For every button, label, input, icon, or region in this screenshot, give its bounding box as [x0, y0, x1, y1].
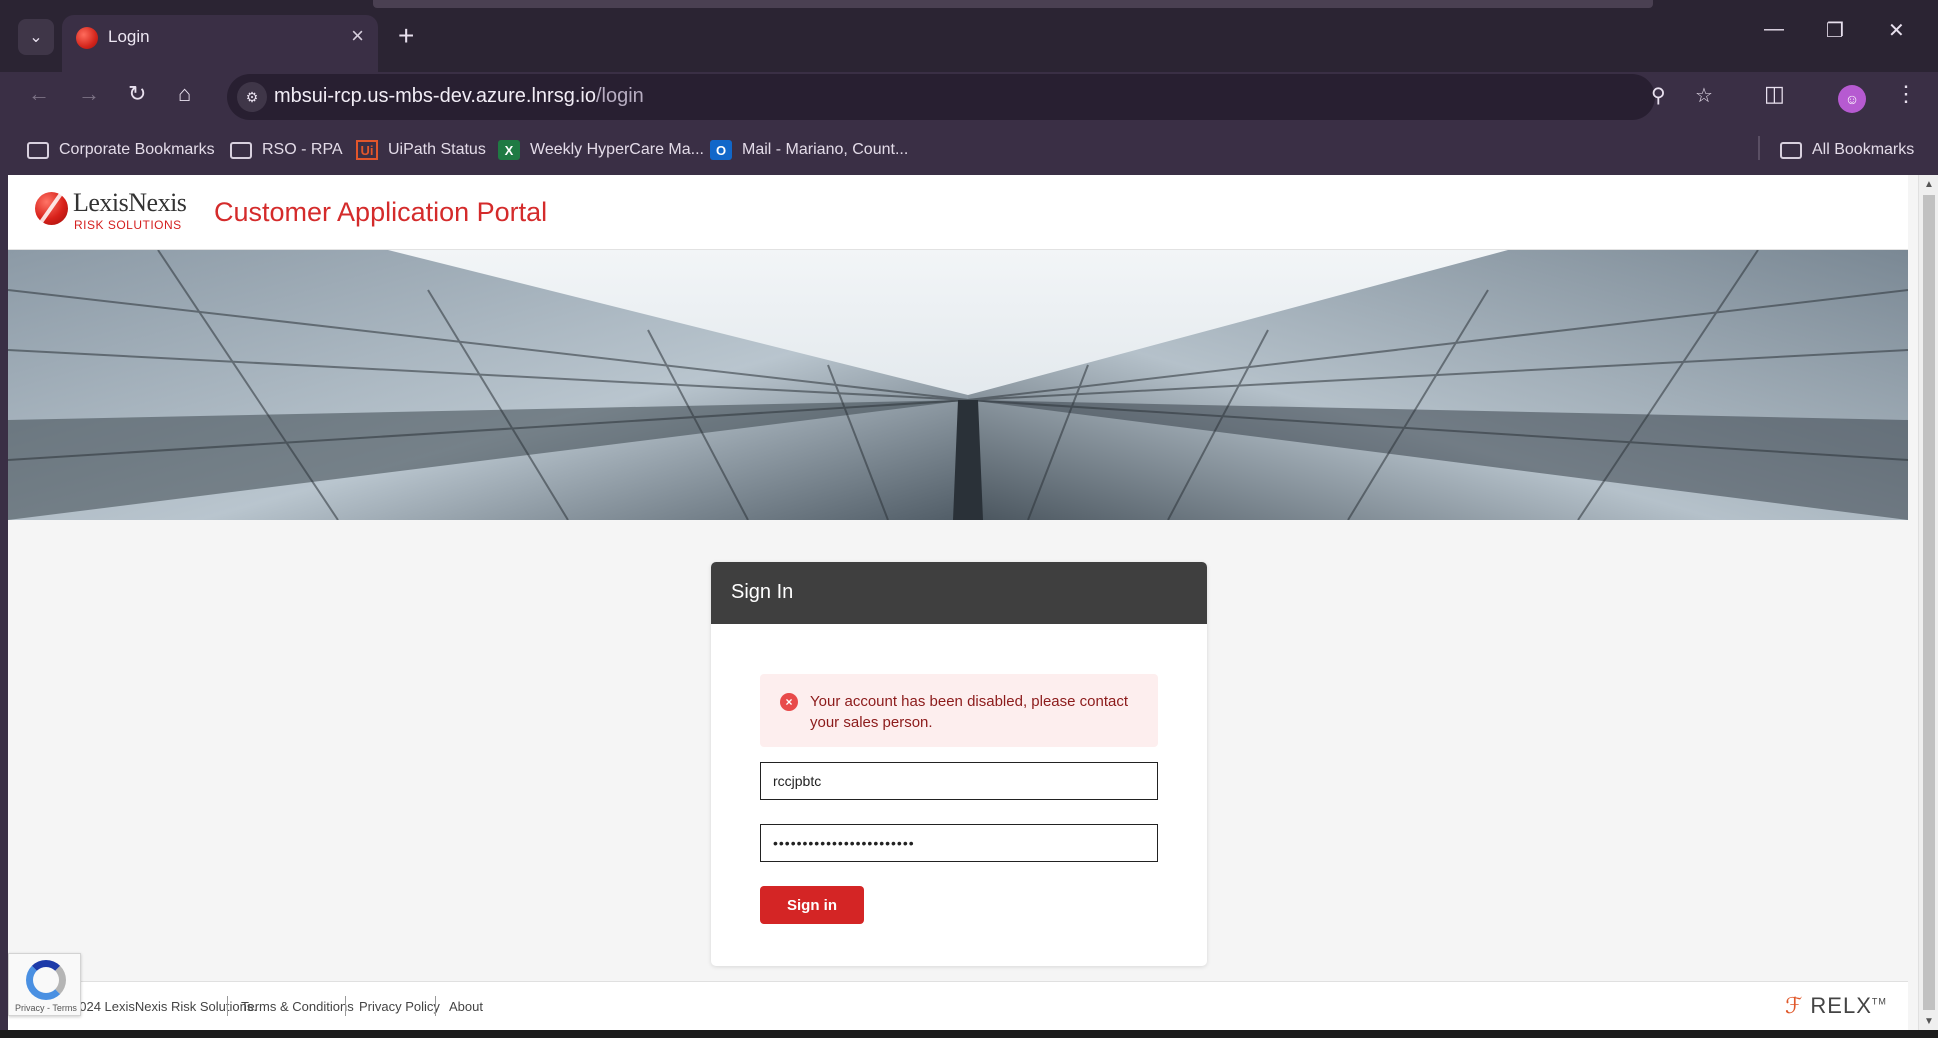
- bookmark-weekly-hypercare[interactable]: X Weekly HyperCare Ma...: [498, 136, 704, 164]
- scroll-down-icon[interactable]: ▼: [1919, 1012, 1938, 1030]
- signin-title: Sign In: [711, 562, 1207, 624]
- footer-link-terms[interactable]: Terms & Conditions: [241, 999, 354, 1014]
- relx-logo: ℱ RELXTM: [1785, 993, 1887, 1018]
- all-bookmarks-label: All Bookmarks: [1812, 141, 1915, 158]
- error-alert: × Your account has been disabled, please…: [760, 674, 1158, 747]
- tab-search-button[interactable]: ⌄: [18, 19, 54, 55]
- signin-button[interactable]: Sign in: [760, 886, 864, 924]
- url-host: mbsui-rcp.us-mbs-dev.azure.lnrsg.io: [274, 85, 596, 107]
- profile-avatar-icon[interactable]: ☺: [1838, 85, 1866, 113]
- uipath-icon: Ui: [356, 140, 378, 160]
- username-field[interactable]: [760, 762, 1158, 800]
- footer-separator: [435, 996, 436, 1016]
- tab-title: Login: [108, 27, 150, 46]
- folder-settings-icon: [27, 141, 49, 159]
- excel-icon: X: [498, 140, 520, 160]
- lexisnexis-logo-icon: [35, 192, 68, 225]
- bookmark-label: RSO - RPA: [262, 141, 343, 158]
- recaptcha-links[interactable]: Privacy - Terms: [15, 1003, 77, 1013]
- brand-subtitle: RISK SOLUTIONS: [74, 218, 182, 232]
- bookmark-mail[interactable]: O Mail - Mariano, Count...: [710, 136, 908, 164]
- site-header: LexisNexis RISK SOLUTIONS Customer Appli…: [8, 175, 1908, 250]
- bookmark-star-icon[interactable]: ☆: [1695, 83, 1713, 108]
- error-circle-icon: ×: [780, 693, 798, 711]
- reload-icon[interactable]: ↻: [128, 80, 146, 108]
- scroll-up-icon[interactable]: ▲: [1919, 175, 1938, 193]
- site-info-icon[interactable]: ⚙: [237, 82, 267, 112]
- back-arrow-icon[interactable]: ←: [28, 80, 50, 108]
- copyright-text: 2024 LexisNexis Risk Solutions.: [72, 999, 257, 1014]
- new-tab-button[interactable]: +: [398, 20, 414, 52]
- scrollbar-thumb[interactable]: [1923, 195, 1935, 1010]
- footer-separator: [345, 996, 346, 1016]
- all-bookmarks[interactable]: All Bookmarks: [1780, 136, 1914, 164]
- relx-mark-icon: ℱ: [1785, 993, 1804, 1018]
- tab-login[interactable]: Login ×: [62, 15, 378, 72]
- relx-text: RELX: [1810, 993, 1872, 1018]
- home-icon[interactable]: ⌂: [178, 80, 191, 108]
- address-bar[interactable]: ⚙ mbsui-rcp.us-mbs-dev.azure.lnrsg.io/lo…: [227, 74, 1713, 120]
- outlook-icon: O: [710, 140, 732, 160]
- minimize-icon[interactable]: —: [1764, 18, 1784, 41]
- window-top-strip: [373, 0, 1653, 8]
- password-field[interactable]: [760, 824, 1158, 862]
- portal-title: Customer Application Portal: [214, 197, 548, 227]
- bookmarks-divider: [1758, 136, 1760, 160]
- lexisnexis-favicon-icon: [76, 27, 98, 49]
- extensions-icon[interactable]: ◫: [1764, 80, 1785, 108]
- forward-arrow-icon[interactable]: →: [78, 80, 100, 108]
- recaptcha-icon: [26, 960, 66, 1000]
- bookmark-label: Mail - Mariano, Count...: [742, 141, 909, 158]
- close-window-icon[interactable]: ✕: [1888, 18, 1905, 43]
- url-path: /login: [595, 85, 644, 107]
- os-taskbar-edge: [0, 1030, 1938, 1038]
- folder-icon: [1780, 141, 1802, 159]
- zoom-icon[interactable]: ⚲: [1651, 83, 1666, 108]
- bookmark-label: Weekly HyperCare Ma...: [530, 141, 704, 158]
- signin-card: Sign In × Your account has been disabled…: [711, 562, 1207, 966]
- bookmark-label: UiPath Status: [388, 141, 486, 158]
- url-text[interactable]: mbsui-rcp.us-mbs-dev.azure.lnrsg.io/logi…: [274, 85, 644, 108]
- menu-kebab-icon[interactable]: ⋮: [1895, 80, 1917, 108]
- site-footer: 2024 LexisNexis Risk Solutions. Terms & …: [8, 981, 1908, 1030]
- folder-icon: [230, 141, 252, 159]
- bookmarks-bar: Corporate Bookmarks RSO - RPA Ui UiPath …: [0, 128, 1938, 172]
- brand-name: LexisNexis: [73, 188, 187, 217]
- close-icon[interactable]: ×: [351, 24, 364, 48]
- error-message: Your account has been disabled, please c…: [810, 693, 1129, 731]
- page-viewport: LexisNexis RISK SOLUTIONS Customer Appli…: [8, 175, 1938, 1030]
- restore-icon[interactable]: ❐: [1826, 18, 1844, 43]
- bookmark-uipath-status[interactable]: Ui UiPath Status: [356, 136, 486, 164]
- browser-tab-bar: ⌄ Login × + — ❐ ✕: [0, 0, 1938, 72]
- footer-link-about[interactable]: About: [449, 999, 483, 1014]
- chevron-down-icon: ⌄: [29, 29, 43, 46]
- recaptcha-badge[interactable]: Privacy - Terms: [8, 953, 81, 1016]
- page-scrollbar[interactable]: ▲ ▼: [1918, 175, 1938, 1030]
- footer-link-privacy[interactable]: Privacy Policy: [359, 999, 440, 1014]
- bookmark-label: Corporate Bookmarks: [59, 141, 215, 158]
- footer-separator: [227, 996, 228, 1016]
- bookmark-rso-rpa[interactable]: RSO - RPA: [230, 136, 343, 164]
- bookmark-corporate[interactable]: Corporate Bookmarks: [27, 136, 215, 164]
- hero-banner-image: [8, 250, 1908, 520]
- browser-toolbar: ← → ↻ ⌂ ⚙ mbsui-rcp.us-mbs-dev.azure.lnr…: [0, 72, 1938, 120]
- building-facade-graphic: [8, 250, 1908, 520]
